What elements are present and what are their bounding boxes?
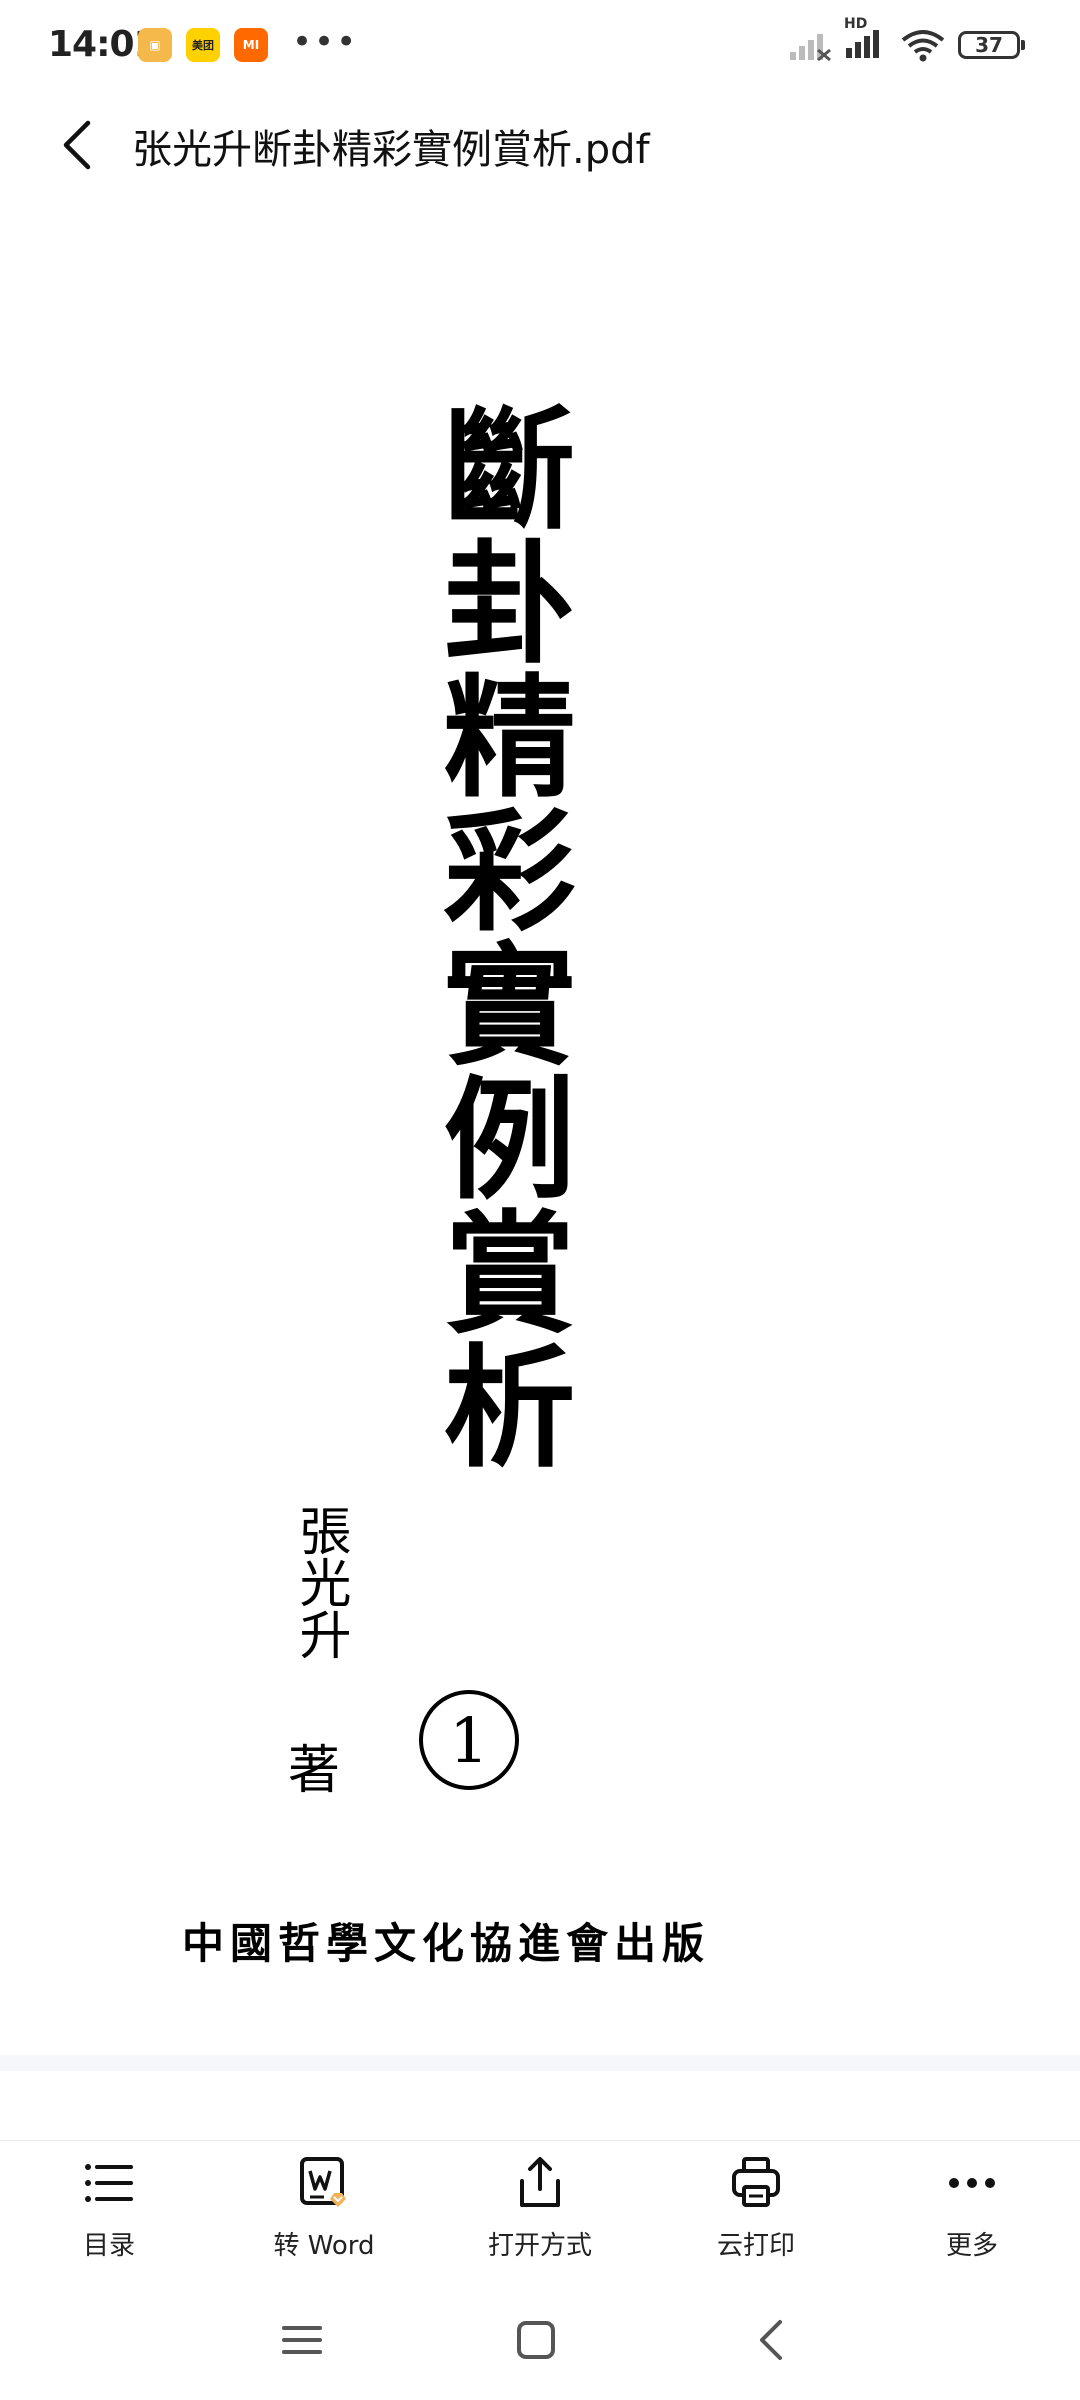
signal-weak-icon: [790, 34, 831, 62]
cloud-print-label: 云打印: [716, 2231, 795, 2261]
open-with-button[interactable]: 打开方式: [450, 2153, 630, 2273]
status-indicators: HD 37: [788, 16, 1025, 64]
menu-icon[interactable]: [272, 2310, 332, 2370]
convert-word-label: 转 Word: [273, 2231, 375, 2261]
word-convert-icon: [300, 2157, 346, 2207]
publisher-line: 中國哲學文化協進會出版: [182, 1919, 711, 1968]
page-divider: [0, 2055, 1080, 2071]
author-name: 張光升: [290, 1504, 350, 1660]
toc-button[interactable]: 目录: [19, 2153, 199, 2273]
more-icon: [949, 2178, 995, 2188]
nav-back-icon[interactable]: [742, 2310, 802, 2370]
home-icon[interactable]: [506, 2310, 566, 2370]
more-notifications-icon: •••: [292, 22, 359, 62]
wifi-icon: [901, 30, 945, 62]
system-nav-bar: [0, 2290, 1080, 2380]
status-bar: 14:01 ▣ 美团 MI ••• HD 37: [0, 0, 1080, 90]
battery-icon: 37: [958, 31, 1025, 59]
more-button[interactable]: 更多: [882, 2153, 1062, 2273]
document-filename: 张光升断卦精彩實例賞析.pdf: [132, 127, 650, 173]
open-with-label: 打开方式: [487, 2231, 592, 2261]
convert-word-button[interactable]: 转 Word: [234, 2153, 414, 2273]
pdf-page[interactable]: 斷卦精彩實例賞析 1 張光升 著 中國哲學文化協進會出版: [0, 200, 1080, 2050]
author-suffix: 著: [288, 1741, 341, 1801]
volume-number: 1: [419, 1690, 519, 1790]
title-bar: 张光升断卦精彩實例賞析.pdf: [0, 95, 1080, 201]
book-title: 斷卦精彩實例賞析: [421, 400, 576, 1472]
notification-icons: ▣ 美团 MI: [138, 28, 268, 62]
meituan-notification-icon: 美团: [186, 28, 220, 62]
printer-icon: [732, 2157, 780, 2207]
back-arrow-icon[interactable]: [50, 115, 110, 175]
more-label: 更多: [945, 2231, 998, 2261]
network-hd-label: HD: [844, 16, 868, 32]
message-notification-icon: ▣: [138, 28, 172, 62]
toc-label: 目录: [82, 2231, 135, 2261]
share-icon: [520, 2157, 560, 2207]
bottom-toolbar: 目录 转 Word 打开方式 云打印 更多: [0, 2140, 1080, 2276]
cloud-print-button[interactable]: 云打印: [666, 2153, 846, 2273]
mi-notification-icon: MI: [234, 28, 268, 62]
signal-hd-group: HD: [844, 16, 888, 64]
list-icon: [85, 2164, 133, 2202]
